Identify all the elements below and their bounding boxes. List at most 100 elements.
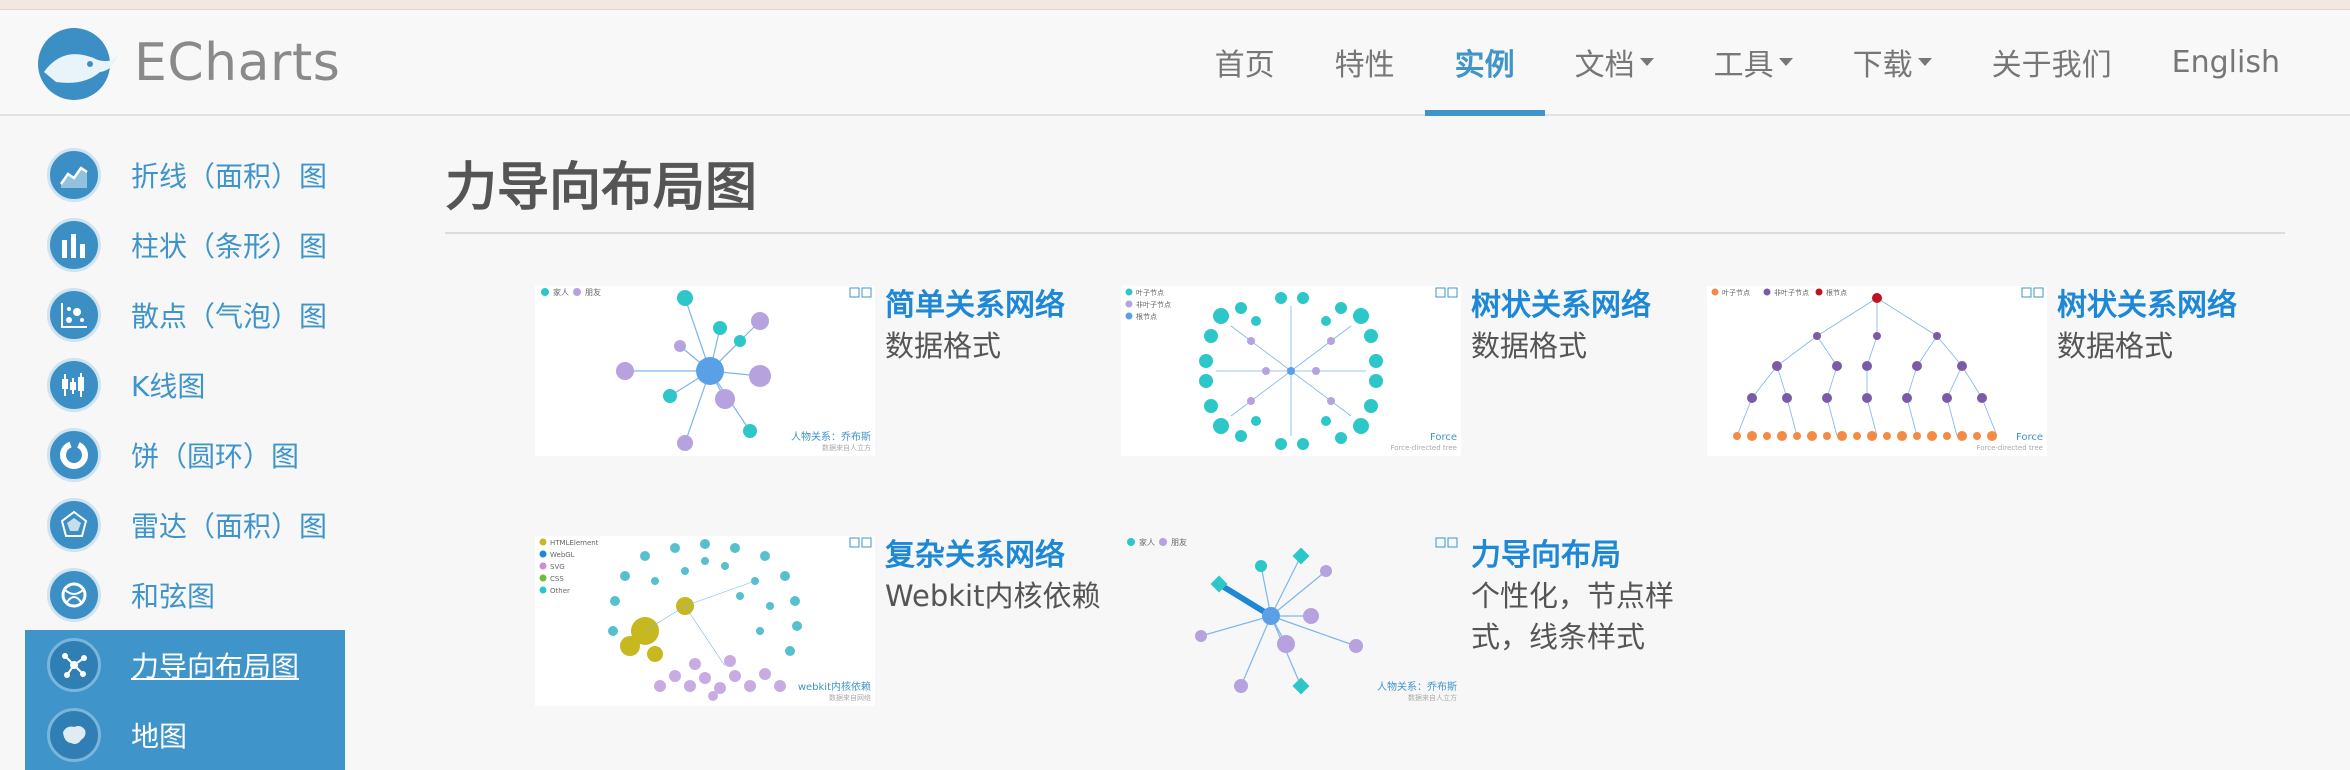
thumb-legend: 根节点 [1136,312,1157,321]
sidebar-item-label: 地图 [131,720,188,753]
example-thumbnail[interactable]: 家人 朋友 人物关系：乔布斯 数据来自人立方 [535,286,875,456]
map-icon [47,708,101,762]
force-tree-thumbnail-icon: 叶子节点 非叶子节点 根节点 Force Force-directed tree [1125,287,1458,452]
thumb-legend: 朋友 [585,287,601,297]
sidebar-item-label: 饼（圆环）图 [131,440,300,473]
pie-chart-icon [47,428,101,482]
main-nav: 首页 特性 实例 文档 工具 下载 关于我们 English [1185,10,2310,116]
nav-english-label: English [2171,44,2280,80]
thumb-legend: WebGL [550,551,575,559]
card-description: 数据格式 [2057,329,2174,363]
thumb-legend: CSS [550,575,564,583]
sidebar-item-label: 散点（气泡）图 [131,300,328,333]
thumb-caption: 人物关系：乔布斯 [791,430,871,443]
sidebar-item-label: 和弦图 [131,580,216,613]
title-divider [445,232,2285,234]
nav-docs[interactable]: 文档 [1545,10,1684,114]
thumb-subcaption: Force-directed tree [1976,444,2043,452]
example-card[interactable]: 家人 朋友 人物关系：乔布斯 数据来自人立方 力导向布局 个性化，节点样式，线条… [1121,536,1681,706]
page-title: 力导向布局图 [445,158,758,218]
card-title-link[interactable]: 力导向布局 [1471,536,1621,576]
example-card[interactable]: 家人 朋友 人物关系：乔布斯 数据来自人立方 简单关系网络 数据格式 [535,286,1095,456]
example-thumbnail[interactable]: 叶子节点 非叶子节点 根节点 Force Force-directed tree [1121,286,1461,456]
sidebar-item-radar[interactable]: 雷达（面积）图 [25,490,345,560]
thumb-caption: Force [1430,432,1457,443]
thumb-caption: Force [2016,432,2043,443]
nav-docs-label: 文档 [1574,48,1635,83]
thumb-legend: Other [550,587,570,595]
nav-download[interactable]: 下载 [1823,10,1962,114]
sidebar-item-scatter[interactable]: 散点（气泡）图 [25,280,345,350]
nav-english[interactable]: English [2142,10,2310,114]
example-thumbnail[interactable]: 家人 朋友 人物关系：乔布斯 数据来自人立方 [1121,536,1461,706]
scatter-chart-icon [47,288,101,342]
thumb-legend: SVG [550,563,565,571]
thumb-subcaption: 数据来自人立方 [822,443,871,452]
thumb-legend: 家人 [553,287,569,297]
sidebar-item-kline[interactable]: K线图 [25,350,345,420]
sidebar-item-force[interactable]: 力导向布局图 [25,630,345,700]
example-thumbnail[interactable]: HTMLElement WebGL SVG CSS Other webkit内核… [535,536,875,706]
thumb-subcaption: 数据来自网络 [829,693,871,702]
nav-about-label: 关于我们 [1991,48,2112,83]
card-description: 个性化，节点样式，线条样式 [1471,579,1675,654]
thumb-legend: 家人 [1139,537,1155,547]
brand-name: ECharts [134,33,341,93]
sidebar-item-bar[interactable]: 柱状（条形）图 [25,210,345,280]
k-line-icon [47,358,101,412]
thumb-legend: 非叶子节点 [1774,288,1809,297]
nav-features[interactable]: 特性 [1305,10,1425,114]
thumb-legend: 叶子节点 [1136,288,1164,297]
chord-chart-icon [47,568,101,622]
thumb-legend: 根节点 [1826,288,1847,297]
force-graph-icon [47,638,101,692]
example-thumbnail[interactable]: 叶子节点 非叶子节点 根节点 Force Force-directed tree [1707,286,2047,456]
nav-download-label: 下载 [1852,48,1913,83]
nav-home[interactable]: 首页 [1185,10,1305,114]
nav-tools-label: 工具 [1713,48,1774,83]
thumb-caption: 人物关系：乔布斯 [1377,680,1457,693]
main-content: 力导向布局图 家人 朋友 人物关系：乔布斯 数据来自人立方 简单关系网络 数据格… [445,140,2285,706]
card-title-link[interactable]: 树状关系网络 [2057,286,2237,326]
sidebar-item-label: 柱状（条形）图 [131,230,328,263]
nav-tools[interactable]: 工具 [1684,10,1823,114]
sidebar-item-label: 雷达（面积）图 [131,510,328,543]
thumb-legend: 叶子节点 [1722,288,1750,297]
tree-thumbnail-icon: 叶子节点 非叶子节点 根节点 Force Force-directed tree [1711,287,2044,452]
caret-down-icon [1639,58,1654,66]
brand[interactable]: ECharts [34,24,340,102]
sidebar-item-label: K线图 [131,370,206,403]
sidebar: 折线（面积）图 柱状（条形）图 散点（气泡）图 K线图 饼（圆环）图 雷达（面积… [25,140,345,770]
nav-examples[interactable]: 实例 [1424,10,1545,116]
example-card[interactable]: HTMLElement WebGL SVG CSS Other webkit内核… [535,536,1100,706]
browser-top-strip [0,0,2350,10]
card-title-link[interactable]: 简单关系网络 [885,286,1065,326]
thumb-subcaption: 数据来自人立方 [1408,693,1457,702]
nav-about[interactable]: 关于我们 [1962,10,2142,114]
sidebar-item-label: 力导向布局图 [131,650,300,683]
card-description: Webkit内核依赖 [885,579,1101,613]
example-card[interactable]: 叶子节点 非叶子节点 根节点 Force Force-directed tree… [1707,286,2267,456]
line-chart-icon [47,148,101,202]
card-title-link[interactable]: 树状关系网络 [1471,286,1651,326]
sidebar-item-line[interactable]: 折线（面积）图 [25,140,345,210]
card-description: 数据格式 [885,329,1002,363]
caret-down-icon [1778,58,1793,66]
site-header: ECharts 首页 特性 实例 文档 工具 下载 关于我们 English [0,10,2350,116]
sidebar-item-chord[interactable]: 和弦图 [25,560,345,630]
thumb-subcaption: Force-directed tree [1390,444,1457,452]
sidebar-item-label: 折线（面积）图 [131,160,328,193]
nav-features-label: 特性 [1334,48,1395,83]
force-graph-thumbnail-icon: 家人 朋友 人物关系：乔布斯 数据来自人立方 [541,287,872,452]
thumb-legend: HTMLElement [550,539,599,547]
example-card[interactable]: 叶子节点 非叶子节点 根节点 Force Force-directed tree… [1121,286,1681,456]
sidebar-item-map[interactable]: 地图 [25,700,345,770]
card-title-link[interactable]: 复杂关系网络 [885,536,1065,576]
webkit-dep-thumbnail-icon: HTMLElement WebGL SVG CSS Other webkit内核… [539,537,872,702]
bar-chart-icon [47,218,101,272]
radar-chart-icon [47,498,101,552]
thumb-legend: 非叶子节点 [1136,300,1171,309]
thumb-caption: webkit内核依赖 [798,680,871,693]
sidebar-item-pie[interactable]: 饼（圆环）图 [25,420,345,490]
nav-home-label: 首页 [1214,48,1275,83]
